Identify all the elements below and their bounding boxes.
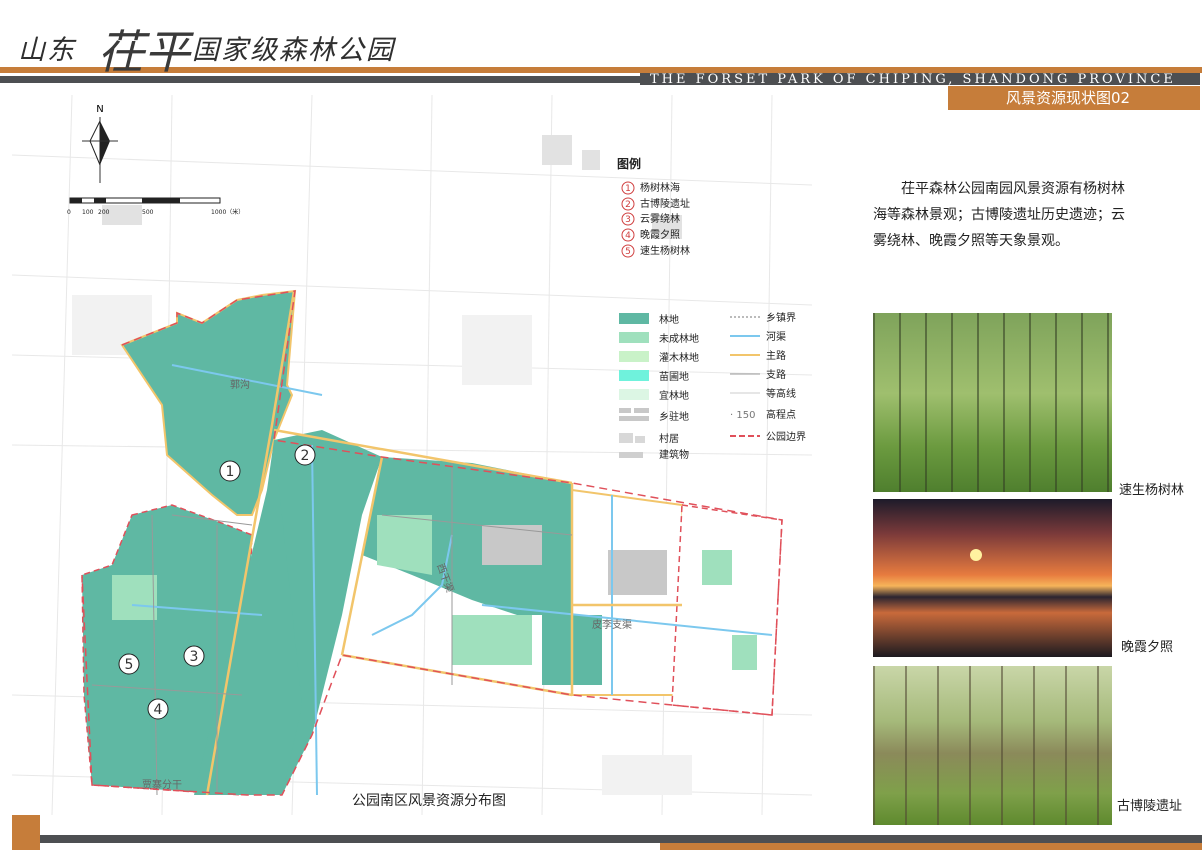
svg-text:1: 1 [226,464,235,480]
legend-line-contour: 等高线 [730,387,796,400]
svg-text:晚霞夕照: 晚霞夕照 [640,229,680,241]
svg-text:4: 4 [625,231,631,241]
svg-text:乡镇界: 乡镇界 [766,311,796,324]
park-parcels [81,289,783,796]
photo-caption-1: 速生杨树林 [1119,483,1185,498]
svg-text:苗圃地: 苗圃地 [659,370,689,383]
brand-suffix: 国家级森林公园 [192,35,395,66]
footer-gray-band [40,835,1202,843]
svg-text:1000（米）: 1000（米） [211,208,244,216]
svg-text:3: 3 [190,649,199,665]
header-gray-band-left [0,76,640,83]
svg-text:主路: 主路 [766,349,786,362]
legend: 图例 1 杨树林海 2 古博陵遗址 3 云雾绕林 4 晚霞夕照 5 速生杨树林 林地 未成… [617,156,806,461]
legend-line-main-road: 主路 [730,349,786,362]
legend-site-1: 1 杨树林海 [621,181,680,195]
svg-text:等高线: 等高线 [766,387,796,400]
legend-site-2: 2 古博陵遗址 [621,197,690,211]
svg-text:N: N [96,104,103,115]
site-marker-3[interactable]: 3 [183,645,205,667]
scale-bar: 0 100 200 500 1000（米） [67,197,244,216]
legend-line-channel: 河渠 [730,331,786,343]
svg-text:云雾绕林: 云雾绕林 [640,212,680,225]
legend-line-township-border: 乡镇界 [730,311,796,324]
sun-icon [970,549,982,561]
svg-text:4: 4 [154,702,163,718]
legend-fill-shrub: 灌木林地 [619,351,699,364]
brand-main: 茌平 [98,25,190,79]
legend-fill-nursery: 苗圃地 [619,370,689,383]
svg-text:2: 2 [625,200,631,210]
legend-site-list: 1 杨树林海 2 古博陵遗址 3 云雾绕林 4 晚霞夕照 5 速生杨树林 [621,181,690,258]
svg-text:灌木林地: 灌木林地 [659,351,699,364]
site-marker-1[interactable]: 1 [219,460,241,482]
map-panel: 郭沟 贾寨分干 皮李支渠 西干渠 1 2 3 4 5 N 0 100 200 5… [12,95,822,815]
legend-title: 图例 [617,156,641,171]
svg-text:3: 3 [625,215,631,225]
svg-text:杨树林海: 杨树林海 [640,181,680,194]
legend-line-park-boundary: 公园边界 [730,431,806,443]
site-marker-5[interactable]: 5 [118,653,140,675]
svg-text:5: 5 [625,247,631,257]
svg-text:速生杨树林: 速生杨树林 [640,244,690,257]
legend-site-5: 5 速生杨树林 [621,244,690,258]
svg-text:支路: 支路 [766,368,786,381]
svg-text:高程点: 高程点 [766,408,796,421]
legend-site-3: 3 云雾绕林 [621,212,680,226]
photo-sunset [873,499,1112,657]
map-canvas[interactable]: 郭沟 贾寨分干 皮李支渠 西干渠 1 2 3 4 5 N 0 100 200 5… [12,95,822,815]
road-label-guogou: 郭沟 [230,378,250,391]
svg-text:河渠: 河渠 [766,331,786,343]
svg-text:2: 2 [301,448,310,464]
svg-text:公园边界: 公园边界 [766,431,806,443]
svg-text:古博陵遗址: 古博陵遗址 [640,197,690,210]
photo-caption-3: 古博陵遗址 [1117,799,1183,814]
site-marker-2[interactable]: 2 [294,444,316,466]
legend-line-elevation: · 150 高程点 [730,408,796,421]
svg-text:乡驻地: 乡驻地 [659,410,689,423]
footer-square [12,815,40,850]
svg-text:未成林地: 未成林地 [659,332,699,345]
svg-text:0: 0 [67,209,71,216]
legend-fill-building: 建筑物 [619,448,689,461]
svg-text:1: 1 [625,184,631,194]
svg-text:500: 500 [142,209,154,216]
legend-fill-items: 林地 未成林地 灌木林地 苗圃地 宜林地 乡驻地 村居 建筑物 [619,313,699,461]
page-tag: 风景资源现状图02 [948,86,1200,110]
legend-line-items: 乡镇界 河渠 主路 支路 等高线 · 150 高程点 公园边界 [730,311,806,443]
map-caption: 公园南区风景资源分布图 [352,793,506,809]
legend-fill-forest: 林地 [619,313,679,326]
svg-text:村居: 村居 [659,432,679,445]
legend-fill-suitable: 宜林地 [619,389,689,402]
legend-fill-village: 村居 [619,432,679,445]
photo-poplar-forest [873,313,1112,492]
description-text: 茌平森林公园南园风景资源有杨树林海等森林景观；古博陵遗址历史遗迹；云雾绕林、晚霞… [873,181,1125,249]
legend-fill-young-forest: 未成林地 [619,332,699,345]
svg-text:· 150: · 150 [730,410,755,421]
road-label-pili: 皮李支渠 [592,618,632,631]
svg-text:100: 100 [82,209,94,216]
svg-text:200: 200 [98,209,110,216]
svg-text:建筑物: 建筑物 [659,448,689,461]
north-arrow-icon: N [82,104,118,183]
legend-site-4: 4 晚霞夕照 [621,228,680,242]
svg-text:5: 5 [125,657,134,673]
svg-text:宜林地: 宜林地 [659,389,689,402]
photo-ruins [873,666,1112,825]
photo-caption-2: 晚霞夕照 [1121,640,1174,655]
brand-prefix: 山东 [18,35,76,66]
legend-line-branch-road: 支路 [730,368,786,381]
site-marker-4[interactable]: 4 [147,698,169,720]
subtitle-en: THE FORSET PARK OF CHIPING, SHANDONG PRO… [650,72,1176,87]
legend-fill-township: 乡驻地 [619,408,689,423]
footer-orange-band [660,843,1202,850]
svg-text:林地: 林地 [659,313,679,326]
road-label-jiazhai: 贾寨分干 [142,778,182,791]
